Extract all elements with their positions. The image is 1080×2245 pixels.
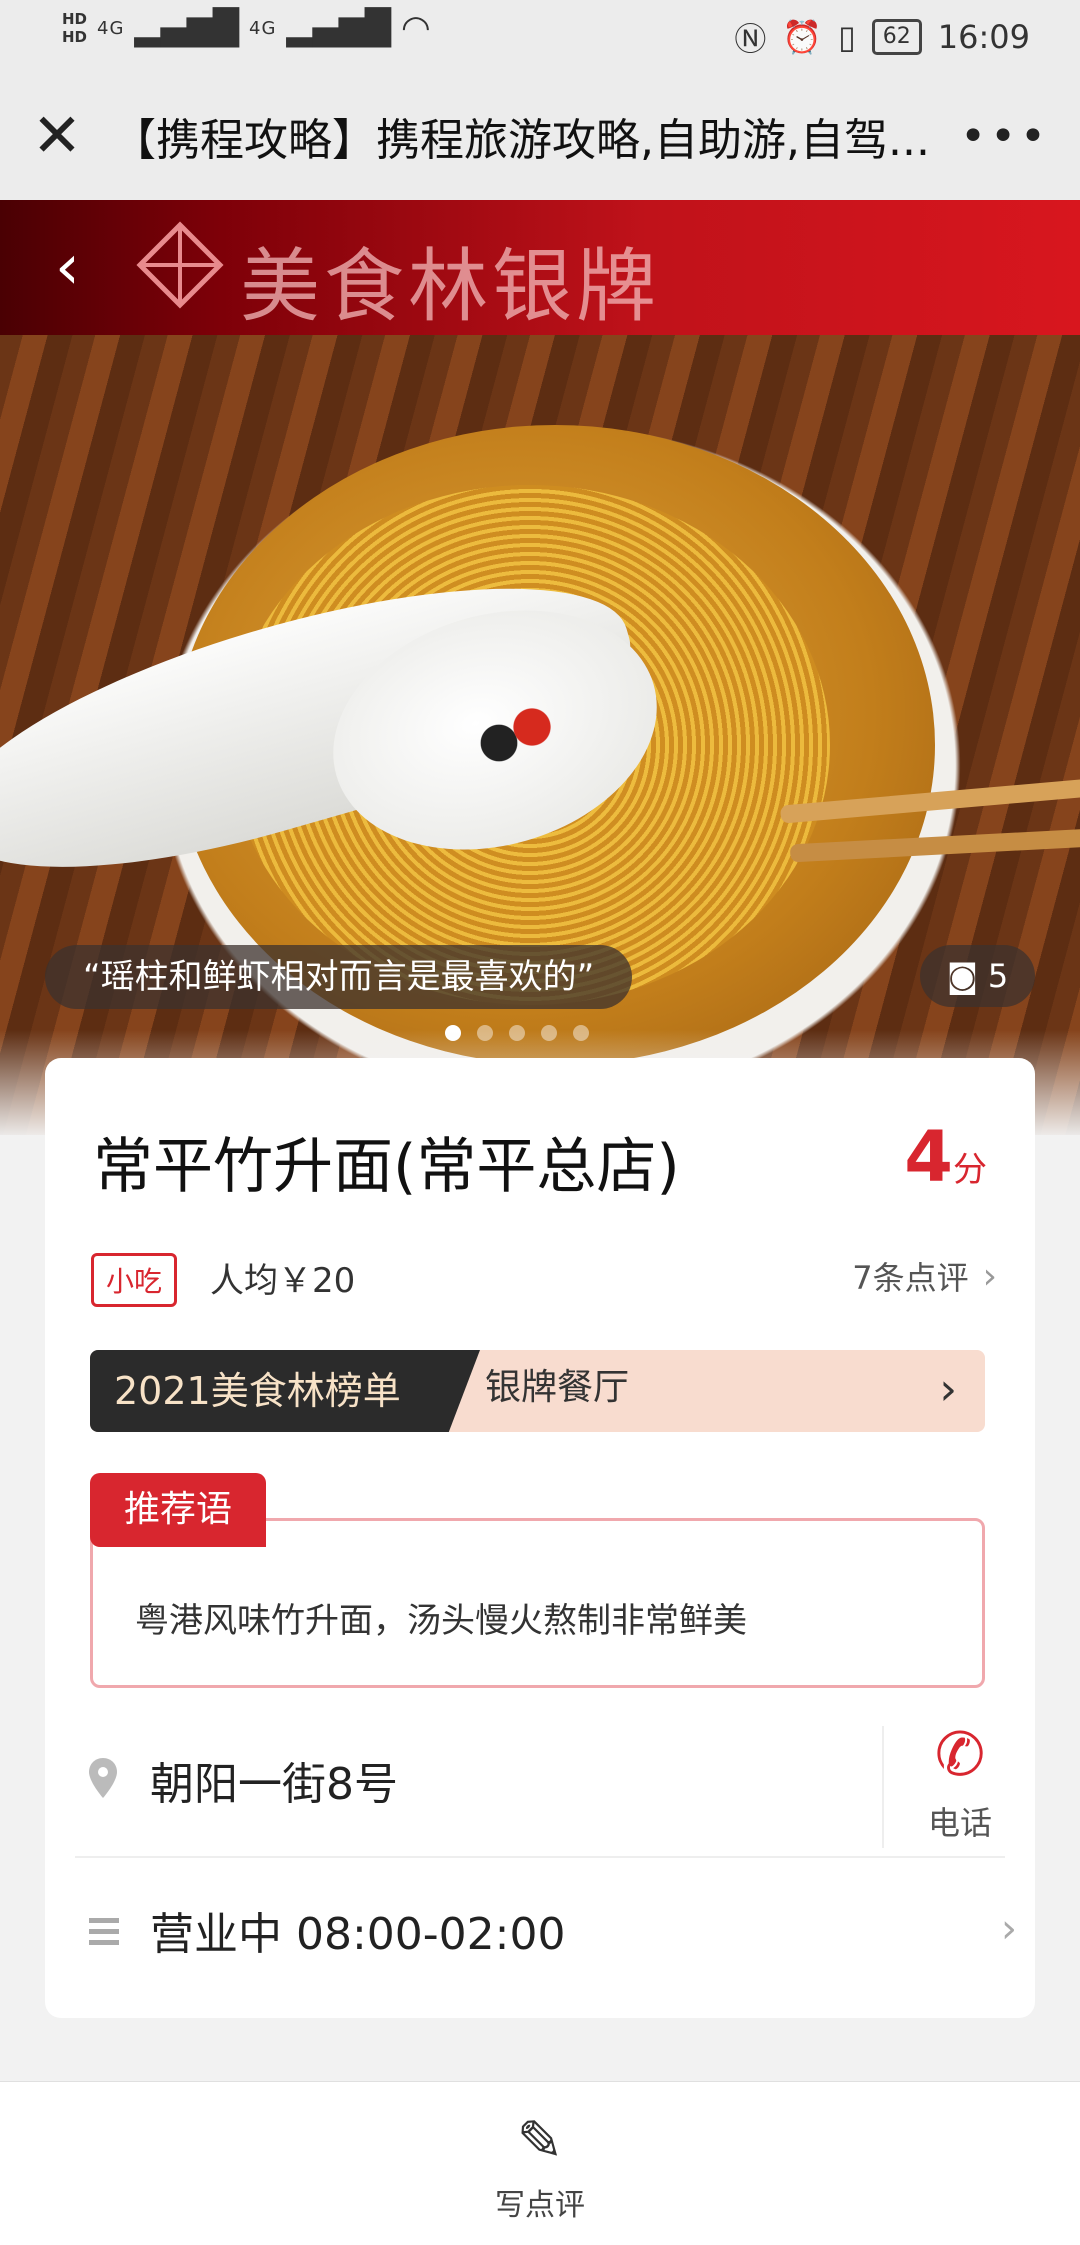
food-photo[interactable]: “瑶柱和鲜虾相对而言是最喜欢的” ◙ 5 (0, 335, 1080, 1135)
photo-count: 5 (987, 957, 1009, 995)
chevron-right-icon: › (939, 1364, 957, 1415)
shop-card: 常平竹升面(常平总店) 4分 小吃 人均￥20 7条点评 › 2021美食林榜单… (45, 1058, 1035, 2018)
wifi-icon: ◠ (401, 8, 431, 48)
ranking-level: 银牌餐厅 (485, 1367, 630, 1408)
reviews-link[interactable]: 7条点评 › (852, 1253, 997, 1299)
top-bar: ✕ 【携程攻略】携程旅游攻略,自助游,自驾... ••• (0, 72, 1080, 200)
status-right: Ⓝ ⏰ ▯ 62 16:09 (734, 14, 1030, 60)
clock: 16:09 (937, 18, 1030, 56)
chevron-right-icon: › (982, 1255, 997, 1297)
status-left: HD HD 4G ▂▄▆█ 4G ▂▄▆█ ◠ (62, 8, 431, 48)
back-button[interactable]: ‹ (55, 230, 80, 303)
divider (882, 1726, 884, 1848)
bottom-bar: ✎ 写点评 (0, 2081, 1080, 2245)
category-tag: 小吃 (91, 1253, 178, 1307)
close-button[interactable]: ✕ (12, 91, 102, 181)
phone-icon: ✆ (934, 1720, 986, 1790)
recommend-label: 推荐语 (90, 1473, 266, 1547)
vibrate-icon: ▯ (838, 18, 856, 56)
score-unit: 分 (953, 1150, 987, 1190)
chevron-right-icon: › (1001, 1906, 1017, 1952)
signal-icon: ▂▄▆█ (286, 8, 392, 48)
score: 4分 (904, 1116, 987, 1198)
signal-icon: ▂▄▆█ (134, 8, 240, 48)
list-icon (89, 1918, 119, 1946)
phone-label: 电话 (927, 1804, 992, 1842)
more-button[interactable]: ••• (960, 111, 1050, 162)
chevron-left-icon: ‹ (55, 230, 80, 303)
status-bar: HD HD 4G ▂▄▆█ 4G ▂▄▆█ ◠ Ⓝ ⏰ ▯ 62 16:09 (0, 0, 1080, 72)
nfc-icon: Ⓝ (734, 20, 767, 58)
hd-indicator-1: HD (62, 10, 88, 28)
edit-icon: ✎ (516, 2109, 564, 2174)
phone-button[interactable]: ✆ 电话 (905, 1720, 1015, 1860)
photo-count-button[interactable]: ◙ 5 (920, 945, 1035, 1007)
hours-row[interactable]: 营业中 08:00-02:00 › (45, 1858, 1035, 2008)
hours-text: 营业中 08:00-02:00 (150, 1909, 566, 1960)
photo-quote: “瑶柱和鲜虾相对而言是最喜欢的” (45, 945, 633, 1009)
recommend-text: 粤港风味竹升面，汤头慢火熬制非常鲜美 (135, 1601, 747, 1641)
location-pin-icon (89, 1758, 117, 1798)
camera-icon: ◙ (946, 957, 978, 995)
ranking-banner[interactable]: 2021美食林榜单 银牌餐厅 › (90, 1350, 985, 1432)
shop-name: 常平竹升面(常平总店) (93, 1132, 680, 1202)
avg-price: 人均￥20 (210, 1261, 356, 1301)
ranking-title: 2021美食林榜单 (90, 1350, 480, 1432)
address-row[interactable]: 朝阳一街8号 ✆ 电话 (45, 1708, 1035, 1858)
close-icon: ✕ (31, 101, 83, 171)
hd-indicator-2: HD (62, 28, 88, 46)
alarm-icon: ⏰ (782, 18, 823, 56)
write-review-button[interactable]: ✎ 写点评 (470, 2110, 610, 2224)
rooster-emblem (455, 695, 565, 775)
hd-indicators: HD HD (62, 10, 87, 46)
signal-2-label: 4G (249, 17, 277, 39)
battery-icon: 62 (871, 19, 922, 55)
signal-1-label: 4G (97, 17, 125, 39)
address-text: 朝阳一街8号 (150, 1759, 398, 1810)
page-title: 【携程攻略】携程旅游攻略,自助游,自驾... (112, 115, 930, 166)
banner-title: 美食林银牌 (240, 240, 660, 333)
logo-icon (136, 221, 224, 309)
write-review-label: 写点评 (495, 2188, 585, 2223)
reviews-count: 7条点评 (852, 1259, 969, 1297)
score-value: 4 (904, 1116, 953, 1198)
banner: ‹ 美食林银牌 (0, 200, 1080, 335)
